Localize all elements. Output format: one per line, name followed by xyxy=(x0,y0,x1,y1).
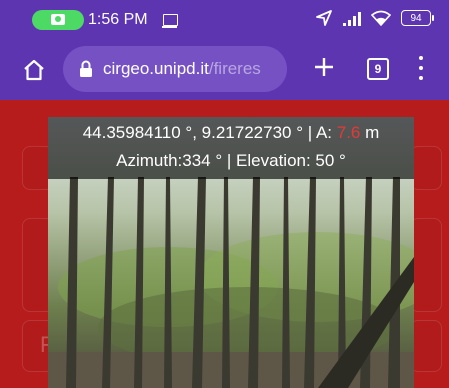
browser-toolbar: cirgeo.unipd.it/fireres 9 xyxy=(0,40,449,100)
lock-icon xyxy=(80,60,92,77)
signal-icon xyxy=(343,10,361,26)
status-time: 1:56 PM xyxy=(88,11,148,28)
new-tab-plus-icon[interactable] xyxy=(313,56,335,78)
separator: | xyxy=(303,123,316,142)
azimuth: Azimuth:334 ° xyxy=(116,151,223,170)
message-icon xyxy=(162,14,178,28)
navigation-arrow-icon xyxy=(316,10,332,26)
tab-count: 9 xyxy=(374,62,382,76)
url-text[interactable]: cirgeo.unipd.it/fireres xyxy=(103,59,283,79)
geo-info-overlay: 44.35984110 °, 9.21722730 ° | A: 7.6 m A… xyxy=(48,117,414,179)
camera-icon xyxy=(51,14,65,25)
accuracy-label: A: xyxy=(315,123,333,142)
home-icon[interactable] xyxy=(22,58,46,82)
background-card xyxy=(410,218,442,312)
separator: | xyxy=(222,151,237,170)
elevation: Elevation: 50 ° xyxy=(236,151,346,170)
menu-icon[interactable] xyxy=(418,56,424,80)
url-path: /fireres xyxy=(208,59,261,78)
coordinates: 44.35984110 °, 9.21722730 ° xyxy=(82,123,304,142)
accuracy-value: 7.6 xyxy=(336,123,361,142)
background-card xyxy=(410,320,442,372)
accuracy-unit: m xyxy=(365,123,380,142)
camera-in-use-indicator[interactable] xyxy=(32,10,84,30)
orientation-line: Azimuth:334 ° | Elevation: 50 ° xyxy=(48,151,414,171)
tabs-button[interactable]: 9 xyxy=(367,58,389,80)
battery-icon: 94 xyxy=(401,10,434,26)
address-bar[interactable]: cirgeo.unipd.it/fireres xyxy=(63,46,287,92)
battery-level: 94 xyxy=(410,12,422,24)
url-host: cirgeo.unipd.it xyxy=(103,59,209,78)
background-card xyxy=(410,146,442,190)
status-bar: 1:56 PM 94 xyxy=(0,0,449,40)
wifi-icon xyxy=(371,10,391,26)
geotagged-photo: 44.35984110 °, 9.21722730 ° | A: 7.6 m A… xyxy=(48,117,414,388)
coordinates-line: 44.35984110 °, 9.21722730 ° | A: 7.6 m xyxy=(48,123,414,143)
